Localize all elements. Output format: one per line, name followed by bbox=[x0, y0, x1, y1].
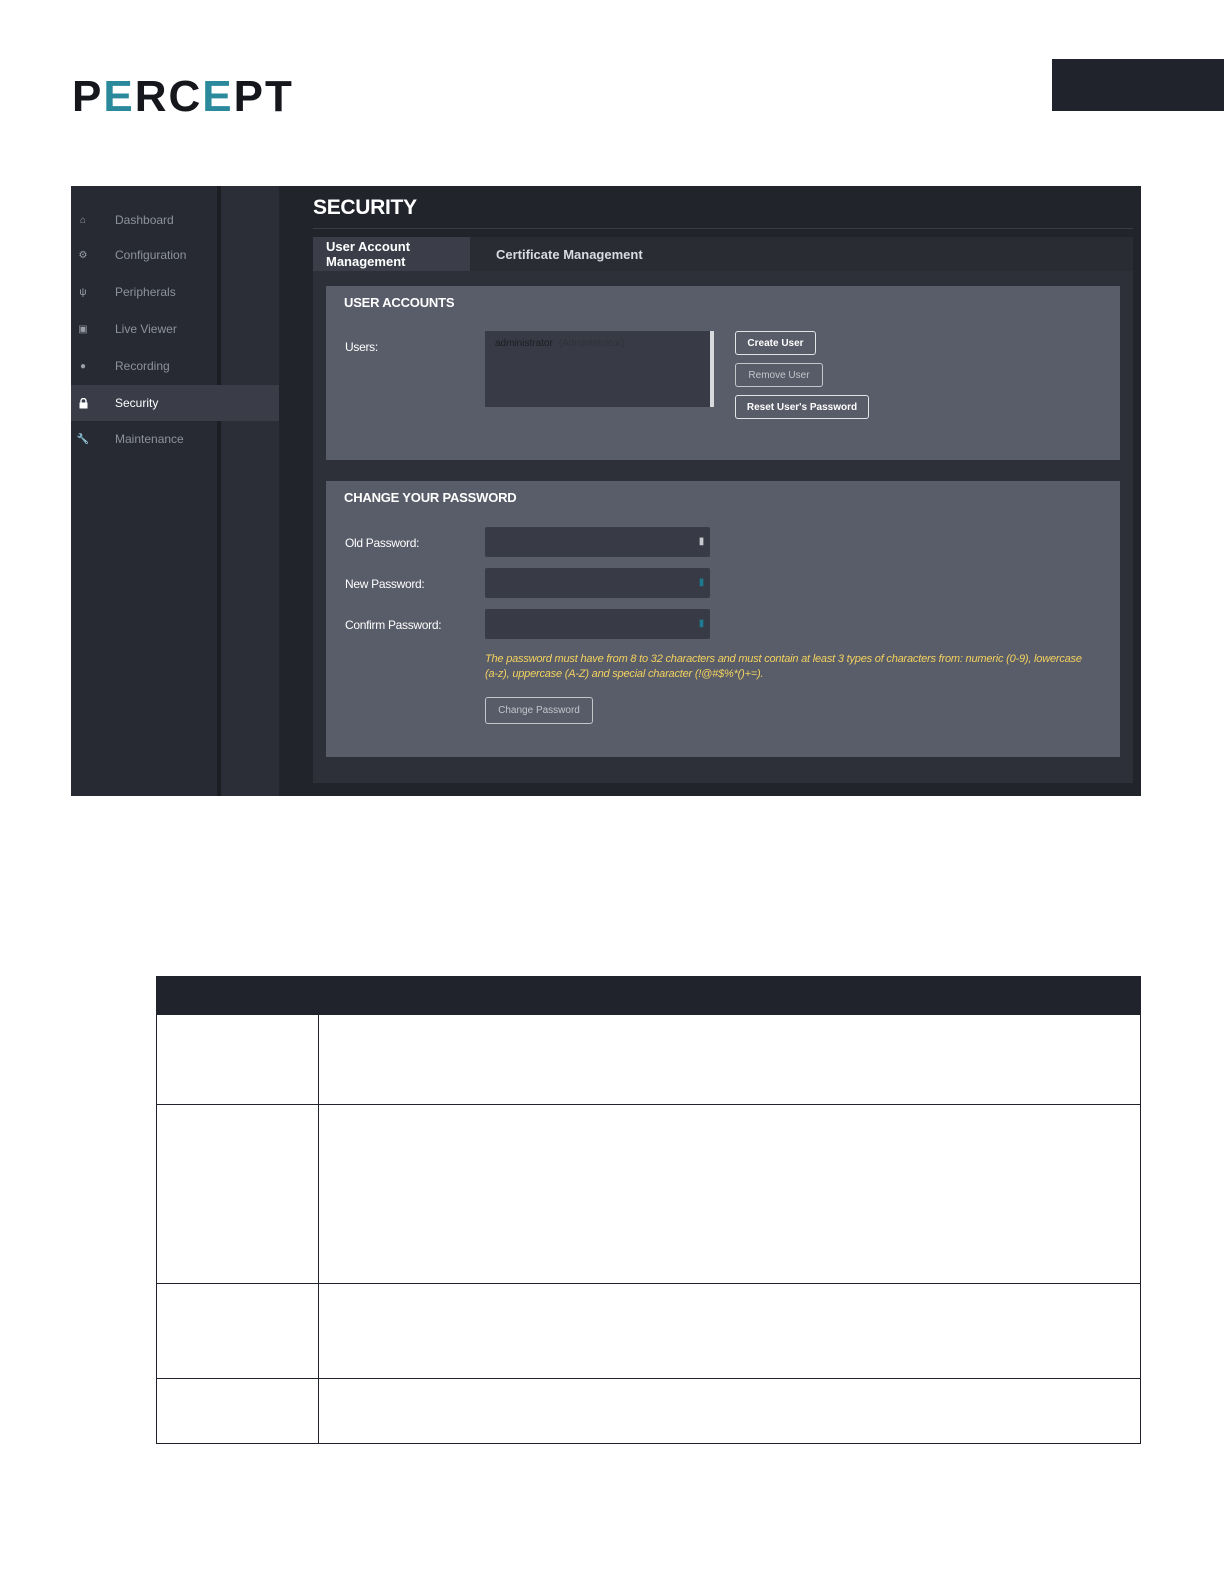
header-tab-block bbox=[1052, 59, 1224, 111]
table-row bbox=[156, 1104, 1141, 1284]
sidebar-item-maintenance[interactable]: 🔧 Maintenance bbox=[71, 421, 279, 457]
table-row bbox=[156, 1378, 1141, 1444]
sidebar-item-peripherals[interactable]: ψ Peripherals bbox=[71, 274, 279, 310]
confirm-password-field[interactable]: ▮ bbox=[485, 609, 710, 639]
tab-bar: User Account Management Certificate Mana… bbox=[313, 237, 1133, 271]
sidebar-item-label: Configuration bbox=[115, 248, 187, 262]
sidebar-item-live-viewer[interactable]: ▣ Live Viewer bbox=[71, 311, 279, 347]
app-screenshot: ⌂ Dashboard ⚙ Configuration ψ Peripheral… bbox=[71, 186, 1141, 796]
password-requirements-hint: The password must have from 8 to 32 char… bbox=[485, 653, 1082, 680]
new-password-field[interactable]: ▮ bbox=[485, 568, 710, 598]
table-header-cell bbox=[318, 976, 1141, 1015]
table-cell bbox=[318, 1104, 1141, 1284]
list-item[interactable]: administrator (Administrator) bbox=[495, 338, 624, 349]
remove-user-button[interactable]: Remove User bbox=[735, 363, 823, 387]
table-cell bbox=[156, 1014, 319, 1105]
table-row bbox=[156, 1283, 1141, 1379]
lock-icon bbox=[77, 397, 89, 409]
percept-logo: PERCEPT bbox=[72, 72, 294, 121]
table-cell bbox=[156, 1378, 319, 1444]
sidebar-item-label: Dashboard bbox=[115, 213, 174, 227]
table-cell bbox=[156, 1104, 319, 1284]
table-cell bbox=[318, 1283, 1141, 1379]
table-cell bbox=[318, 1014, 1141, 1105]
old-password-label: Old Password: bbox=[345, 536, 420, 550]
user-accounts-title: USER ACCOUNTS bbox=[344, 295, 455, 310]
user-role: (Administrator) bbox=[558, 338, 625, 349]
tab-content: User Account Management Certificate Mana… bbox=[313, 237, 1133, 783]
users-listbox[interactable]: administrator (Administrator) bbox=[485, 331, 714, 407]
reference-table bbox=[156, 976, 1141, 1444]
gear-icon: ⚙ bbox=[78, 249, 88, 261]
sidebar-item-label: Peripherals bbox=[115, 285, 176, 299]
record-dot-icon: ● bbox=[79, 360, 87, 372]
sidebar-item-label: Security bbox=[115, 396, 159, 410]
usb-icon: ψ bbox=[79, 286, 87, 298]
change-password-panel: CHANGE YOUR PASSWORD Old Password: ▮ New… bbox=[326, 481, 1120, 757]
page-title: SECURITY bbox=[313, 196, 417, 219]
table-cell bbox=[156, 1283, 319, 1379]
sidebar-item-label: Maintenance bbox=[115, 432, 184, 446]
change-password-button[interactable]: Change Password bbox=[485, 697, 593, 724]
user-accounts-panel: USER ACCOUNTS Users: administrator (Admin… bbox=[326, 286, 1120, 460]
title-divider bbox=[313, 228, 1133, 229]
password-manager-icon: ▮ bbox=[698, 536, 705, 547]
change-password-title: CHANGE YOUR PASSWORD bbox=[344, 490, 517, 505]
password-manager-icon: ▮ bbox=[698, 577, 705, 588]
sidebar-item-label: Live Viewer bbox=[115, 322, 177, 336]
home-icon: ⌂ bbox=[79, 214, 87, 226]
sidebar-item-recording[interactable]: ● Recording bbox=[71, 348, 279, 384]
tab-certificate-management[interactable]: Certificate Management bbox=[496, 237, 643, 271]
confirm-password-label: Confirm Password: bbox=[345, 618, 442, 632]
password-manager-icon: ▮ bbox=[698, 618, 705, 629]
user-name: administrator bbox=[495, 338, 553, 349]
sidebar-item-security[interactable]: Security bbox=[71, 385, 279, 421]
camera-icon: ▣ bbox=[78, 323, 88, 335]
users-label: Users: bbox=[345, 340, 378, 354]
wrench-icon: 🔧 bbox=[76, 433, 90, 445]
sidebar-item-dashboard[interactable]: ⌂ Dashboard bbox=[71, 202, 279, 238]
sidebar-item-configuration[interactable]: ⚙ Configuration bbox=[71, 237, 279, 273]
old-password-field[interactable]: ▮ bbox=[485, 527, 710, 557]
new-password-label: New Password: bbox=[345, 577, 425, 591]
sidebar-item-label: Recording bbox=[115, 359, 170, 373]
table-header-cell bbox=[156, 976, 319, 1015]
main-area: SECURITY User Account Management Certifi… bbox=[279, 186, 1141, 796]
create-user-button[interactable]: Create User bbox=[735, 331, 816, 355]
table-cell bbox=[318, 1378, 1141, 1444]
tab-user-account-management[interactable]: User Account Management bbox=[313, 237, 470, 271]
reset-user-password-button[interactable]: Reset User's Password bbox=[735, 395, 869, 419]
table-header-row bbox=[156, 976, 1141, 1015]
table-row bbox=[156, 1014, 1141, 1105]
